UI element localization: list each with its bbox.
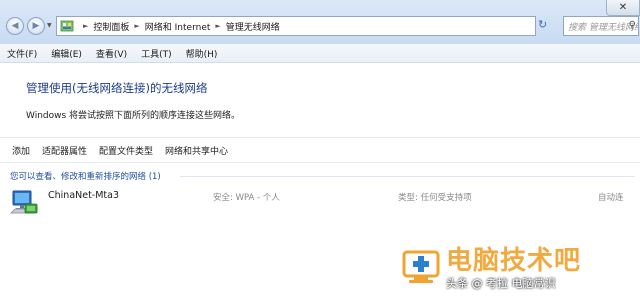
back-arrow-icon: ◀ [11,21,19,31]
recent-pages-dropdown-icon[interactable]: ▼ [47,22,52,29]
search-icon[interactable]: ⚲ [629,20,636,31]
address-bar-area: ◀ ▶ ▼ ► 控制面板 ► 网络和 Internet ► 管理无线网络 ↻ 搜… [0,0,640,45]
menu-file[interactable]: 文件(F) [0,47,44,60]
forward-button[interactable]: ▶ [27,17,45,35]
menu-bar: 文件(F) 编辑(E) 查看(V) 工具(T) 帮助(H) [0,44,640,63]
list-item[interactable]: ChinaNet-Mta3 安全: WPA - 个人 类型: 任何受支持项 自动… [0,183,640,223]
refresh-icon[interactable]: ↻ [538,19,550,31]
address-field[interactable]: ► 控制面板 ► 网络和 Internet ► 管理无线网络 [56,16,536,36]
network-type: 类型: 任何受支持项 [398,193,472,203]
wireless-network-icon [10,189,42,217]
close-window-button[interactable]: ✕ [606,0,640,16]
menu-tools[interactable]: 工具(T) [134,47,179,60]
breadcrumb-item-control-panel[interactable]: 控制面板 [93,20,129,33]
control-panel-icon [60,20,74,32]
watermark-brand: 电脑技术吧 [446,246,582,276]
menu-edit[interactable]: 编辑(E) [44,47,89,60]
breadcrumb-item-network-internet[interactable]: 网络和 Internet [145,20,211,33]
network-auto-connect: 自动连 [598,193,624,203]
network-security: 安全: WPA - 个人 [213,193,280,203]
adapter-properties-button[interactable]: 适配器属性 [36,144,93,157]
network-group-header[interactable]: 您可以查看、修改和重新排序的网络 (1) [10,170,161,182]
breadcrumb-chevron-icon[interactable]: ► [134,22,139,30]
menu-view[interactable]: 查看(V) [89,47,134,60]
profile-types-button[interactable]: 配置文件类型 [93,144,159,157]
menu-help[interactable]: 帮助(H) [179,47,225,60]
breadcrumb-chevron-icon[interactable]: ► [215,22,220,30]
forward-arrow-icon: ▶ [32,21,40,31]
back-button[interactable]: ◀ [6,17,24,35]
network-sharing-center-button[interactable]: 网络和共享中心 [159,144,234,157]
search-input[interactable]: 搜索 管理无线网络 ⚲ [563,16,639,36]
breadcrumb-chevron-icon[interactable]: ► [83,22,88,30]
close-icon: ✕ [618,2,628,13]
page-title: 管理使用(无线网络连接)的无线网络 [26,81,208,95]
watermark-caption: 头条 @ 考拉 电脑常识 [446,277,556,290]
watermark-logo-icon [400,246,442,286]
add-button[interactable]: 添加 [0,144,36,157]
page-description: Windows 将尝试按照下面所列的顺序连接这些网络。 [26,111,241,121]
breadcrumb-item-manage-wireless[interactable]: 管理无线网络 [226,20,280,33]
network-name: ChinaNet-Mta3 [48,190,120,201]
breadcrumb: ► 控制面板 ► 网络和 Internet ► 管理无线网络 [78,20,280,33]
group-divider [180,176,635,177]
command-toolbar: 添加 适配器属性 配置文件类型 网络和共享中心 [0,137,640,163]
